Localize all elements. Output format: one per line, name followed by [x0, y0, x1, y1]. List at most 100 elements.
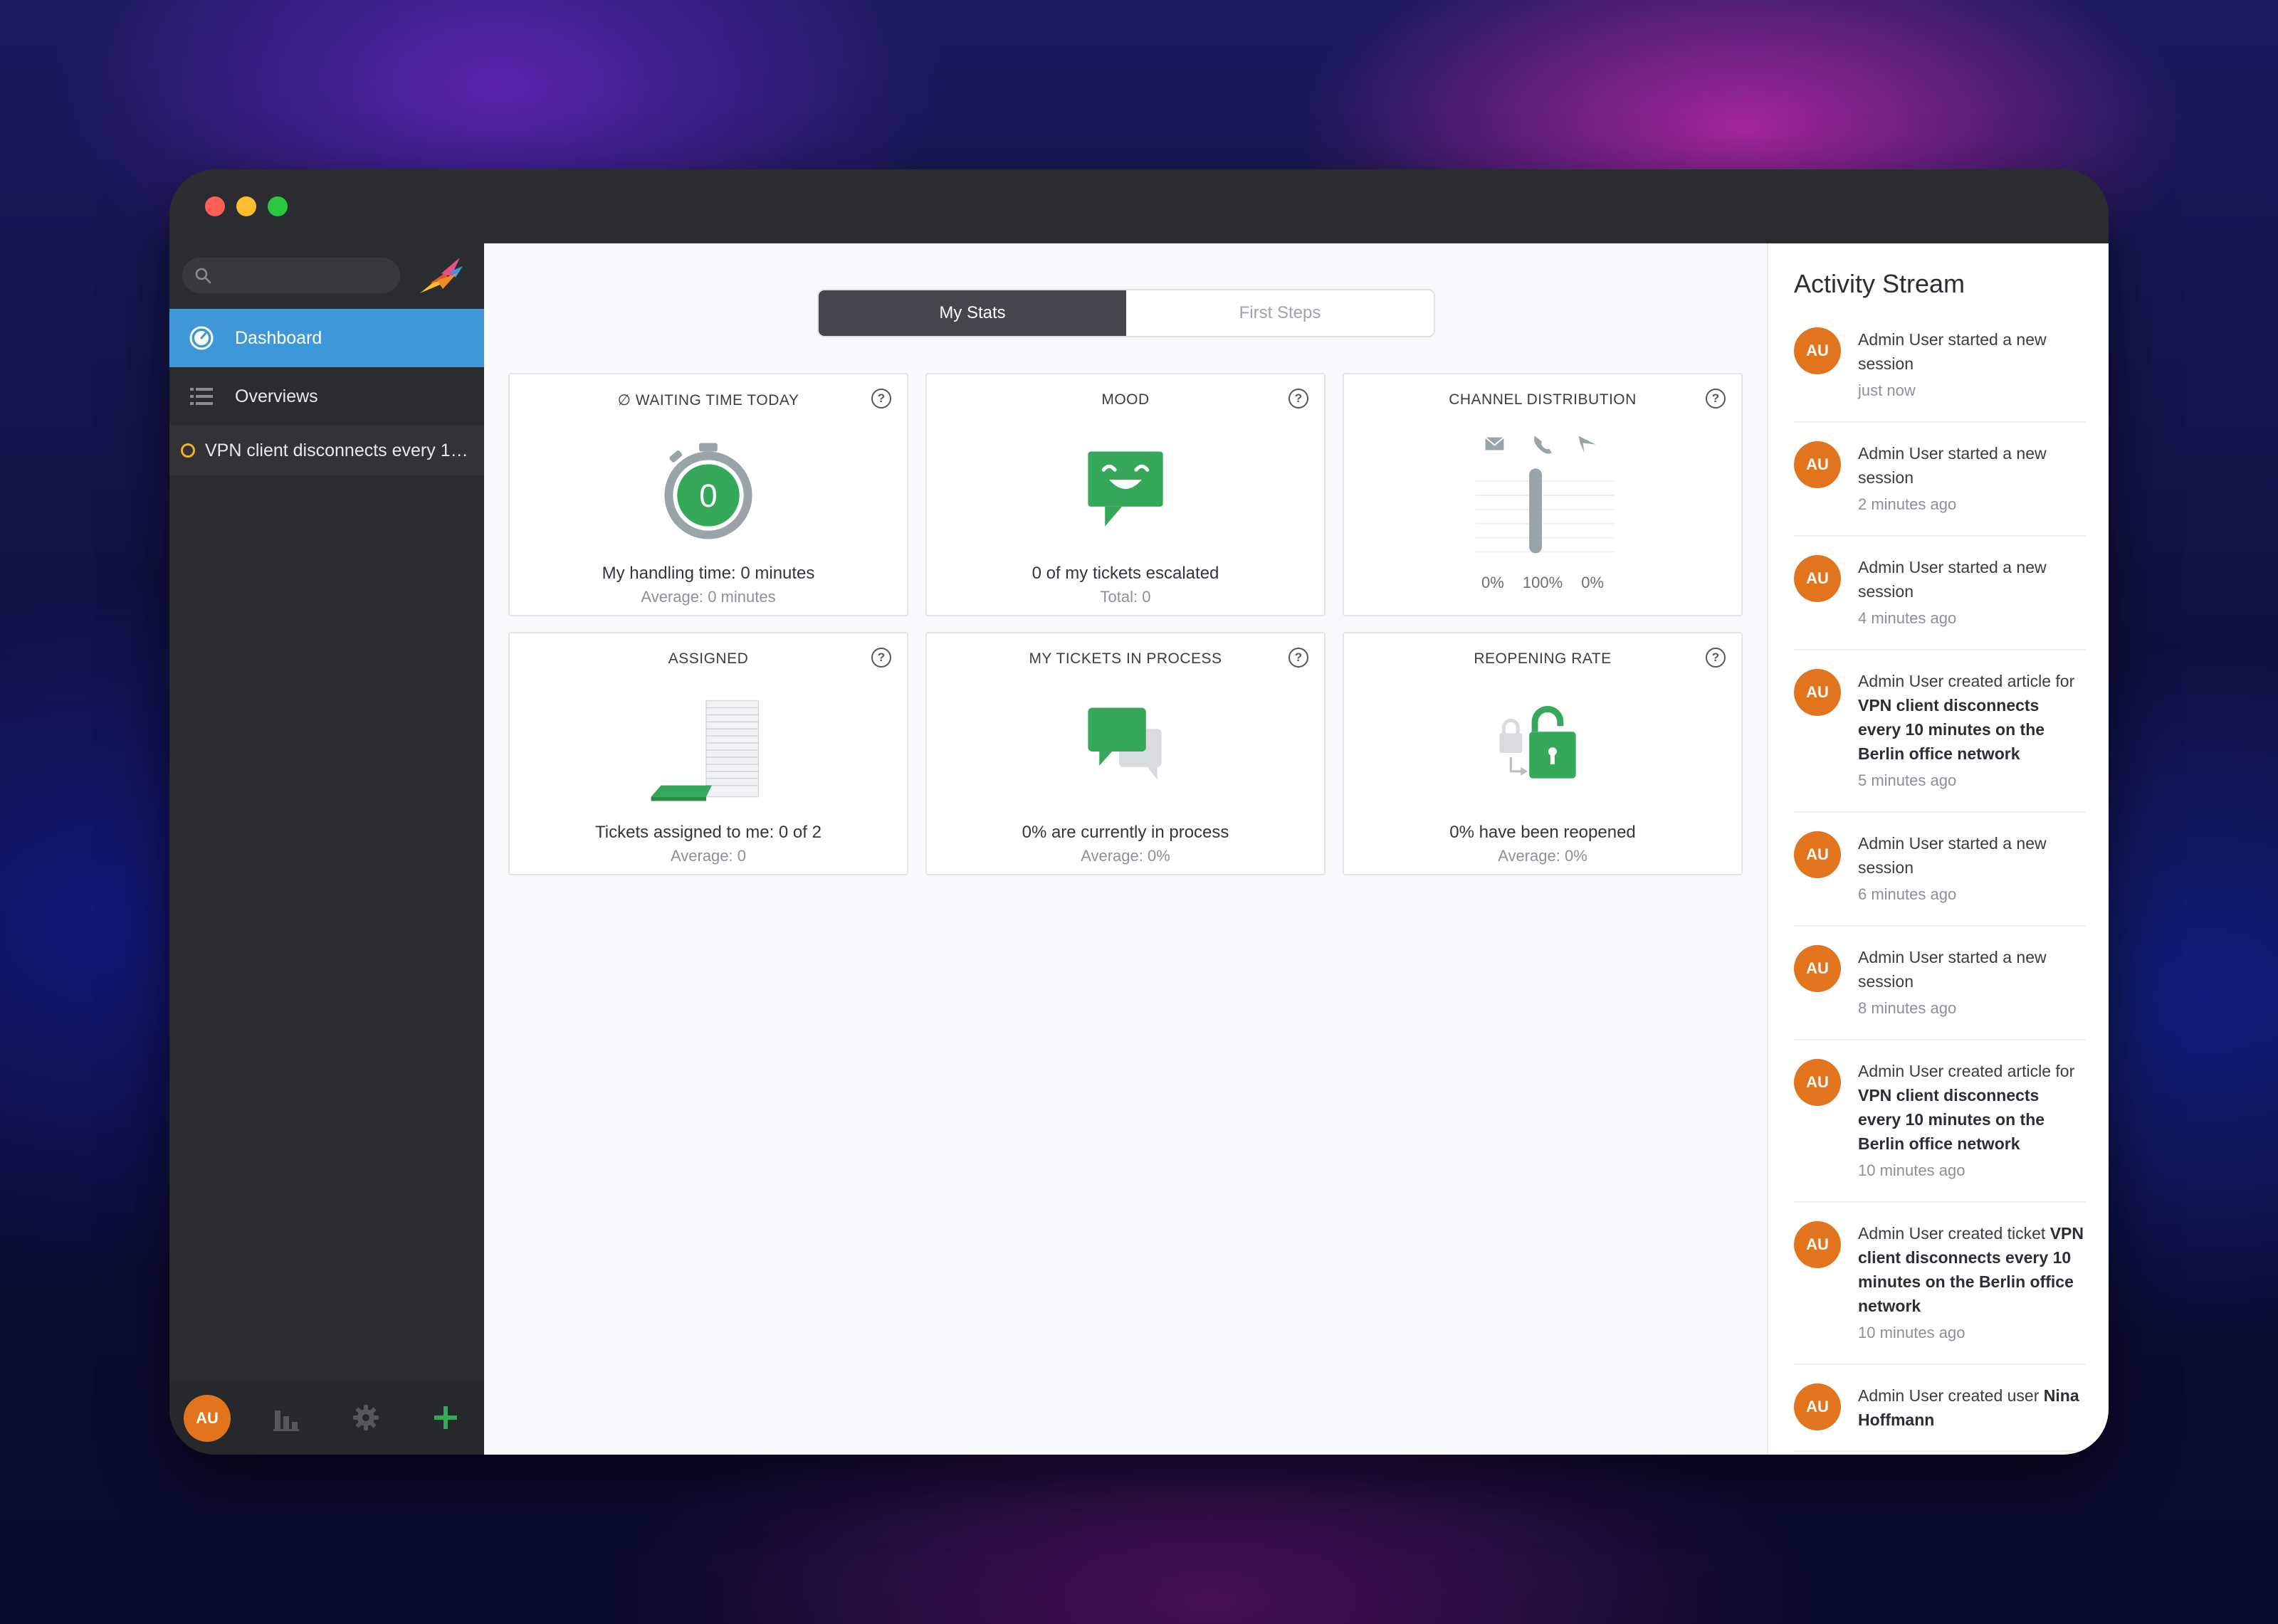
stopwatch-icon: 0 [664, 443, 752, 539]
tab-first-steps[interactable]: First Steps [1126, 290, 1434, 336]
title-bar [169, 169, 2109, 243]
help-icon[interactable]: ? [1288, 648, 1308, 668]
activity-stream-title: Activity Stream [1794, 269, 1965, 298]
card-title: Mood [1101, 391, 1150, 408]
zoom-window-button[interactable] [268, 196, 288, 216]
open-ticket-tab[interactable]: VPN client disconnects every 10 ... [169, 426, 484, 475]
close-window-button[interactable] [205, 196, 225, 216]
activity-avatar[interactable]: AU [1794, 669, 1841, 716]
activity-stream: Activity Stream AU Admin User started a n… [1767, 243, 2109, 1455]
activity-timestamp: 2 minutes ago [1858, 495, 1957, 513]
activity-item[interactable]: AU Admin User created user Nina Hoffmann [1794, 1383, 2086, 1452]
activity-item[interactable]: AU Admin User started a new session 4 minu… [1794, 555, 2086, 650]
padlocks-icon [1499, 706, 1576, 779]
help-icon[interactable]: ? [871, 389, 891, 408]
card-line-primary: 0% are currently in process [1022, 823, 1229, 842]
activity-text: Admin User created ticket VPN client dis… [1858, 1221, 2086, 1345]
phone-icon [1533, 436, 1552, 454]
activity-timestamp: 10 minutes ago [1858, 1161, 1965, 1179]
help-icon[interactable]: ? [871, 648, 891, 668]
card-title: My tickets in process [1029, 650, 1222, 667]
activity-timestamp: 4 minutes ago [1858, 609, 1957, 627]
tab-my-stats[interactable]: My Stats [819, 290, 1126, 336]
activity-description: Admin User started a new session [1858, 834, 2047, 877]
sidebar: Dashboard Overviews VPN client disconnec… [169, 243, 484, 1455]
dashboard-gauge-icon [189, 326, 214, 350]
search-input[interactable] [182, 258, 400, 293]
activity-text: Admin User started a new session 6 minute… [1858, 831, 2086, 907]
activity-timestamp: 8 minutes ago [1858, 999, 1957, 1017]
minimize-window-button[interactable] [236, 196, 256, 216]
activity-description: Admin User created user [1858, 1386, 2044, 1405]
activity-timestamp: just now [1858, 381, 1916, 399]
phone-channel-bar [1529, 468, 1543, 554]
activity-timestamp: 6 minutes ago [1858, 885, 1957, 903]
activity-description: Admin User started a new session [1858, 558, 2047, 601]
card-line-primary: 0 of my tickets escalated [1032, 564, 1219, 583]
zammad-logo-icon[interactable] [416, 252, 466, 302]
activity-object-link[interactable]: VPN client disconnects every 10 minutes … [1858, 1086, 2045, 1153]
activity-description: Admin User created article for [1858, 1062, 2075, 1080]
activity-item[interactable]: AU Admin User started a new session just n… [1794, 327, 2086, 423]
reporting-icon[interactable] [271, 1402, 302, 1433]
card-line-secondary: Total: 0 [1100, 588, 1151, 606]
stopwatch-counter: 0 [699, 478, 717, 514]
channel-bar-chart [1475, 436, 1615, 554]
activity-item[interactable]: AU Admin User started a new session 8 minu… [1794, 945, 2086, 1040]
activity-description: Admin User started a new session [1858, 444, 2047, 487]
sidebar-footer: AU [169, 1381, 484, 1455]
card-title: Reopening rate [1474, 650, 1612, 667]
activity-avatar[interactable]: AU [1794, 1221, 1841, 1268]
nav-overviews[interactable]: Overviews [169, 367, 484, 426]
activity-description: Admin User created article for [1858, 672, 2075, 690]
user-avatar[interactable]: AU [184, 1395, 231, 1442]
activity-text: Admin User started a new session 8 minute… [1858, 945, 2086, 1021]
card-title: Channel Distribution [1449, 391, 1637, 408]
help-icon[interactable]: ? [1706, 389, 1726, 408]
chat-bubbles-icon [1088, 707, 1162, 780]
nav-dashboard[interactable]: Dashboard [169, 309, 484, 367]
activity-object-link[interactable]: VPN client disconnects every 10 minutes … [1858, 696, 2045, 763]
card-line-secondary: Average: 0 minutes [641, 588, 776, 606]
card-line-secondary: Average: 0% [1498, 847, 1587, 865]
nav-dashboard-label: Dashboard [235, 328, 322, 348]
activity-avatar[interactable]: AU [1794, 1383, 1841, 1430]
card-title: ∅ Waiting time today [617, 392, 799, 408]
activity-timestamp: 10 minutes ago [1858, 1324, 1965, 1341]
activity-description: Admin User started a new session [1858, 948, 2047, 991]
activity-avatar[interactable]: AU [1794, 945, 1841, 992]
activity-item[interactable]: AU Admin User started a new session 2 minu… [1794, 441, 2086, 537]
activity-avatar[interactable]: AU [1794, 831, 1841, 878]
app-window: Dashboard Overviews VPN client disconnec… [169, 169, 2109, 1455]
plus-icon[interactable] [430, 1402, 461, 1433]
list-icon [190, 388, 213, 405]
channel-distribution-card: Channel Distribution ? [1343, 373, 1743, 616]
gear-icon[interactable] [350, 1402, 382, 1433]
card-line-primary: Tickets assigned to me: 0 of 2 [595, 823, 822, 842]
waiting-time-card: ∅ Waiting time today ? 0 My handling tim… [508, 373, 908, 616]
activity-avatar[interactable]: AU [1794, 441, 1841, 488]
assigned-card: Assigned ? Tickets assigned to me: 0 of … [508, 632, 908, 875]
other-percentage: 0% [1581, 574, 1605, 591]
activity-text: Admin User started a new session just now [1858, 327, 2086, 403]
activity-description: Admin User started a new session [1858, 330, 2047, 373]
paper-stack-icon [651, 700, 760, 801]
activity-item[interactable]: AU Admin User started a new session 6 minu… [1794, 831, 2086, 927]
email-icon [1484, 436, 1505, 450]
card-line-secondary: Average: 0% [1081, 847, 1170, 865]
mood-card: Mood ? 0 of my tickets escalated Total: … [925, 373, 1326, 616]
activity-item[interactable]: AU Admin User created ticket VPN client d… [1794, 1221, 2086, 1365]
activity-avatar[interactable]: AU [1794, 555, 1841, 602]
activity-text: Admin User created user Nina Hoffmann [1858, 1383, 2086, 1432]
activity-avatar[interactable]: AU [1794, 327, 1841, 374]
activity-text: Admin User started a new session 4 minute… [1858, 555, 2086, 631]
channel-percentages: 0% 100% 0% [1344, 574, 1741, 592]
help-icon[interactable]: ? [1288, 389, 1308, 408]
card-line-primary: 0% have been reopened [1449, 823, 1636, 842]
search-icon [195, 268, 211, 284]
help-icon[interactable]: ? [1706, 648, 1726, 668]
ticket-status-icon [181, 443, 195, 458]
activity-item[interactable]: AU Admin User created article for VPN cli… [1794, 669, 2086, 813]
activity-avatar[interactable]: AU [1794, 1059, 1841, 1106]
activity-item[interactable]: AU Admin User created article for VPN cli… [1794, 1059, 2086, 1203]
